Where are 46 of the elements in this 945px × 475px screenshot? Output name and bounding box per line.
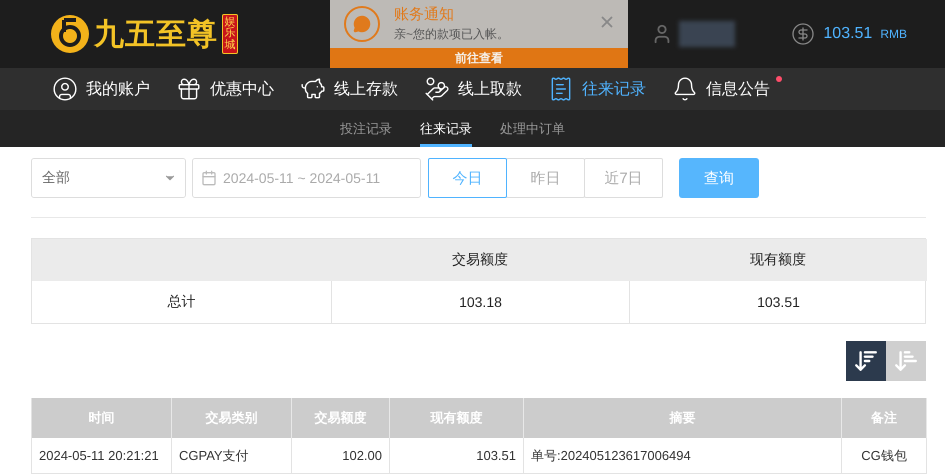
sort-icon xyxy=(853,348,879,374)
nav-item[interactable]: 线上存款 xyxy=(300,76,398,102)
nav-icon xyxy=(176,76,202,102)
nav-label: 优惠中心 xyxy=(210,80,274,100)
sub-tab[interactable]: 处理中订单 xyxy=(500,110,565,147)
message-icon xyxy=(344,6,380,42)
calendar-icon xyxy=(201,170,217,186)
nav-icon xyxy=(424,76,450,102)
logo-badge: 娱乐城 xyxy=(222,14,238,54)
nav-icon xyxy=(672,76,698,102)
table-cell: 103.51 xyxy=(629,281,927,323)
nav-item[interactable]: 信息公告 xyxy=(672,76,782,102)
nav-label: 往来记录 xyxy=(582,80,646,100)
type-select[interactable]: 全部 xyxy=(31,158,186,198)
table-cell: 103.18 xyxy=(331,281,629,323)
currency-label: RMB xyxy=(880,27,907,41)
table-cell-text: 总计 xyxy=(166,292,196,311)
nav-item[interactable]: 优惠中心 xyxy=(176,76,274,102)
nav-item[interactable]: 往来记录 xyxy=(548,76,646,102)
header-cell: 现有额度 xyxy=(629,239,927,281)
notification-title: 账务通知 xyxy=(394,5,455,24)
table-cell: 单号:202405123617006494 xyxy=(524,438,842,474)
sub-tab[interactable]: 投注记录 xyxy=(340,110,392,147)
nav-icon xyxy=(52,76,78,102)
nav-label: 信息公告 xyxy=(706,80,770,100)
table-cell: 2024-05-11 20:21:21 xyxy=(32,438,172,474)
nav-label: 我的账户 xyxy=(86,80,150,100)
balance-amount: 103.51 xyxy=(823,25,872,43)
dollar-icon xyxy=(791,22,816,46)
table-cell: CG钱包 xyxy=(842,438,927,474)
nav-item[interactable]: 我的账户 xyxy=(52,76,150,102)
sort-button[interactable] xyxy=(846,341,886,381)
blurred-username xyxy=(679,21,736,47)
nav-label: 线上存款 xyxy=(334,80,398,100)
nav-item[interactable]: 线上取款 xyxy=(424,76,522,102)
table-cell: CGPAY支付 xyxy=(172,438,292,474)
sub-tab[interactable]: 往来记录 xyxy=(420,110,472,147)
sort-icon xyxy=(893,348,919,374)
notification-message: 亲~您的款项已入帐。 xyxy=(394,26,510,43)
table-cell: 103.51 xyxy=(390,438,524,474)
logo-text: 九五至尊 xyxy=(94,16,218,52)
unread-dot xyxy=(776,76,782,82)
logo-icon xyxy=(50,14,90,54)
nav-label: 线上取款 xyxy=(458,80,522,100)
header-cell: 交易额度 xyxy=(331,239,629,281)
table-cell: 102.00 xyxy=(292,438,390,474)
